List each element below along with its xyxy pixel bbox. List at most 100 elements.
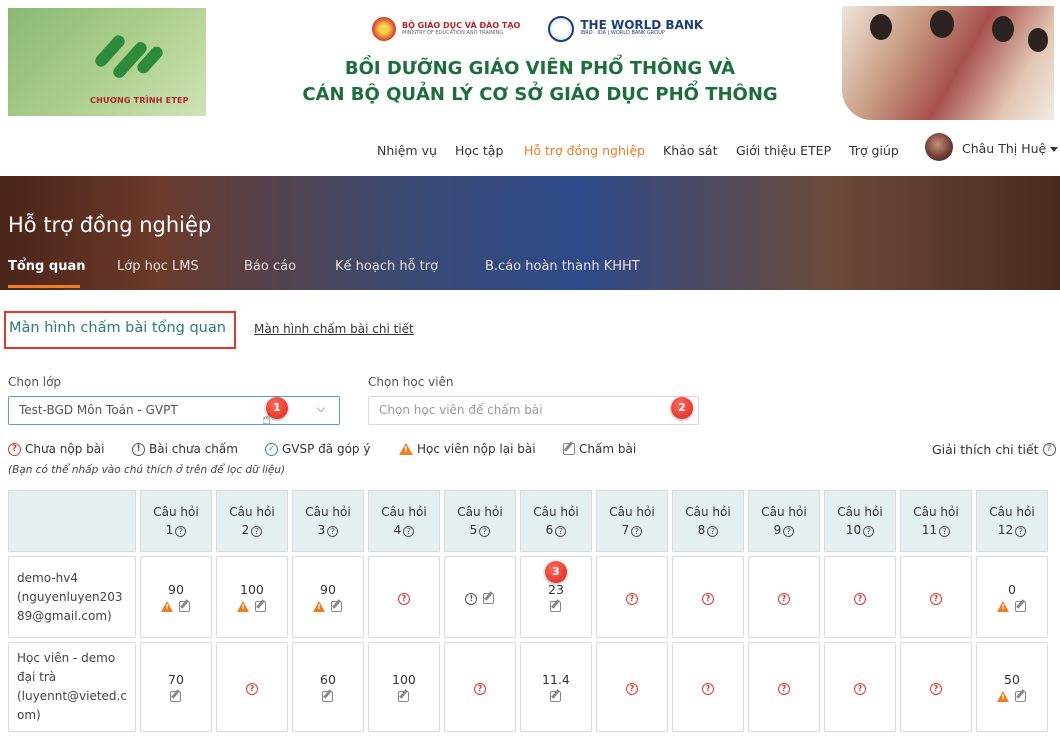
score-cell[interactable]: ? <box>823 642 896 732</box>
check-circle-icon: ✓ <box>265 442 278 456</box>
legend-commented[interactable]: ✓ GVSP đã góp ý <box>265 442 370 456</box>
edit-icon[interactable] <box>179 601 191 612</box>
nav-item-gioi-thieu-etep[interactable]: Giới thiệu ETEP <box>736 143 831 158</box>
student-select[interactable]: Chọn học viên để chấm bài <box>368 396 699 425</box>
info-circle-icon: ! <box>132 442 145 456</box>
score-cell[interactable]: ? <box>671 556 744 638</box>
legend-resubmitted[interactable]: Học viên nộp lại bài <box>399 442 536 456</box>
nav-item-ho-tro-dong-nghiep[interactable]: Hỗ trợ đồng nghiệp <box>524 143 645 158</box>
score-cell[interactable]: ? <box>367 556 440 638</box>
help-circle-icon[interactable]: ? <box>327 526 339 537</box>
tab-tong-quan[interactable]: Tổng quan <box>8 259 85 274</box>
score-value: 11.4 <box>542 672 570 687</box>
tab-bcao-hoan-thanh-khht[interactable]: B.cáo hoàn thành KHHT <box>485 259 640 274</box>
legend-grade[interactable]: Chấm bài <box>563 442 636 456</box>
question-circle-icon: ? <box>625 592 638 605</box>
help-circle-icon[interactable]: ? <box>479 526 491 537</box>
tab-ke-hoach-ho-tro[interactable]: Kế hoạch hỗ trợ <box>335 259 438 274</box>
score-cell[interactable]: 11.4 <box>519 642 592 732</box>
etep-logo[interactable]: CHƯƠNG TRÌNH ETEP <box>8 8 206 116</box>
score-cell[interactable]: ! <box>443 556 516 638</box>
help-circle-icon[interactable]: ? <box>403 526 415 537</box>
nav-item-hoc-tap[interactable]: Học tập <box>455 143 503 158</box>
question-label: Câu hỏi <box>457 505 503 519</box>
score-cell[interactable]: 70 <box>139 642 212 732</box>
help-circle-icon[interactable]: ? <box>707 526 719 537</box>
tab-lop-hoc-lms[interactable]: Lớp học LMS <box>117 259 199 274</box>
question-circle-icon: ? <box>397 592 410 605</box>
help-circle-icon[interactable]: ? <box>1015 526 1027 537</box>
nav-item-tro-giup[interactable]: Trợ giúp <box>849 143 899 158</box>
table-header-empty <box>8 490 136 552</box>
subtab-detail[interactable]: Màn hình chấm bài chi tiết <box>254 322 414 336</box>
edit-icon[interactable] <box>398 691 410 702</box>
score-cell[interactable]: ? <box>443 642 516 732</box>
class-select[interactable]: Test-BGD Môn Toán - GVPT <box>8 396 340 425</box>
table-row: Học viên - demo đại trà (luyennt@vieted.c o… <box>8 642 1048 732</box>
question-circle-icon: ? <box>625 682 638 695</box>
table-header-question: Câu hỏi 12? <box>975 490 1048 552</box>
question-number: 12 <box>997 523 1014 537</box>
nav-item-nhiem-vu[interactable]: Nhiệm vụ <box>377 143 437 158</box>
edit-icon[interactable] <box>170 691 182 702</box>
edit-icon[interactable] <box>550 691 562 702</box>
score-cell[interactable]: ? <box>215 642 288 732</box>
subtab-overview[interactable]: Màn hình chấm bài tổng quan <box>9 320 226 336</box>
help-circle-icon[interactable]: ? <box>175 526 187 537</box>
nav-item-khao-sat[interactable]: Khảo sát <box>663 143 717 158</box>
score-cell[interactable]: 100 <box>367 642 440 732</box>
score-cell[interactable]: ? <box>823 556 896 638</box>
help-circle-icon[interactable]: ? <box>939 526 951 537</box>
score-cell[interactable]: ? <box>899 642 972 732</box>
help-circle-icon: ? <box>1042 443 1056 456</box>
step-badge-3: 3 <box>545 561 567 583</box>
score-cell[interactable]: ? <box>899 556 972 638</box>
student-name-line: om) <box>17 708 41 722</box>
edit-icon[interactable] <box>331 601 343 612</box>
score-cell[interactable]: ? <box>747 556 820 638</box>
question-number: 1 <box>165 523 174 537</box>
edit-icon[interactable] <box>1015 601 1027 612</box>
help-circle-icon[interactable]: ? <box>783 526 795 537</box>
chevron-down-icon[interactable] <box>1050 147 1058 152</box>
help-circle-icon[interactable]: ? <box>555 526 567 537</box>
page-title: Hỗ trợ đồng nghiệp <box>8 213 212 237</box>
explain-link[interactable]: Giải thích chi tiết ? <box>932 442 1056 457</box>
warning-icon <box>313 601 326 612</box>
student-name-line: demo-hv4 <box>17 570 78 585</box>
student-name-line: (luyennt@vieted.c <box>17 689 127 703</box>
help-circle-icon[interactable]: ? <box>251 526 263 537</box>
hand-cursor-icon: ☝ <box>262 410 272 428</box>
score-cell[interactable]: 60 <box>291 642 364 732</box>
legend-not-graded[interactable]: ! Bài chưa chấm <box>132 442 238 456</box>
legend-label: GVSP đã góp ý <box>282 442 371 456</box>
edit-icon[interactable] <box>1015 691 1027 702</box>
score-cell[interactable]: ? <box>595 556 668 638</box>
logo-text: CHƯƠNG TRÌNH ETEP <box>90 96 189 105</box>
score-cell[interactable]: 90 <box>139 556 212 638</box>
score-value: 0 <box>1007 582 1016 597</box>
edit-icon[interactable] <box>483 592 495 604</box>
tab-bao-cao[interactable]: Báo cáo <box>244 259 296 274</box>
score-value: 70 <box>168 672 184 687</box>
site-title-line1: BỒI DƯỠNG GIÁO VIÊN PHỔ THÔNG VÀ <box>344 58 736 79</box>
edit-icon[interactable] <box>255 601 267 612</box>
question-label: Câu hỏi <box>153 505 199 519</box>
chevron-down-icon <box>316 403 326 413</box>
score-cell[interactable]: 50 <box>975 642 1048 732</box>
score-cell[interactable]: ? <box>595 642 668 732</box>
score-cell[interactable]: ? <box>671 642 744 732</box>
legend-not-submitted[interactable]: ? Chưa nộp bài <box>8 442 104 456</box>
score-cell[interactable]: 0 <box>975 556 1048 638</box>
score-cell[interactable]: 100 <box>215 556 288 638</box>
legend-note: (Bạn có thể nhấp vào chú thích ở trên để… <box>8 464 286 476</box>
help-circle-icon[interactable]: ? <box>631 526 643 537</box>
edit-icon[interactable] <box>550 601 562 612</box>
score-cell[interactable]: 90 <box>291 556 364 638</box>
user-menu[interactable]: Châu Thị Huệ <box>962 141 1046 156</box>
worldbank-name: THE WORLD BANK <box>580 18 704 32</box>
edit-icon[interactable] <box>322 691 334 702</box>
score-cell[interactable]: ? <box>747 642 820 732</box>
help-circle-icon[interactable]: ? <box>863 526 875 537</box>
avatar[interactable] <box>925 133 953 161</box>
